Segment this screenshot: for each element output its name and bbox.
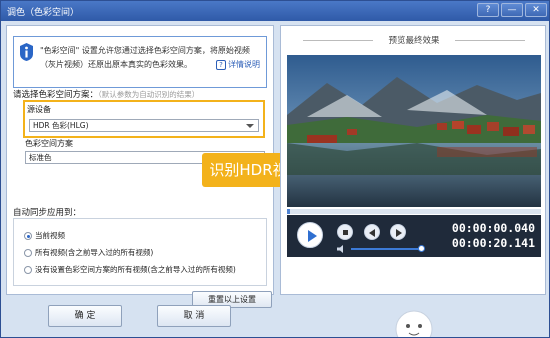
radio-icon [24, 249, 32, 257]
preview-panel: 预览最终效果 00:00:00.040 00:00:20.141 [280, 25, 546, 295]
source-device-highlight: 源设备 HDR 色彩(HLG) [23, 100, 265, 138]
color-space-section-title: 请选择色彩空间方案：（默认参数为自动识别的结果） [13, 88, 199, 100]
player-controls: 00:00:00.040 00:00:20.141 [287, 215, 541, 257]
auto-apply-title: 自动同步应用到： [13, 208, 82, 218]
chevron-down-icon [246, 124, 254, 128]
previous-icon [369, 229, 375, 237]
color-scheme-label: 色彩空间方案 [25, 139, 73, 148]
radio-label: 所有视频(含之前导入过的所有视频) [35, 248, 154, 257]
radio-icon [24, 266, 32, 274]
close-button[interactable]: ✕ [525, 3, 547, 17]
stop-button[interactable] [337, 224, 353, 240]
source-device-select[interactable]: HDR 色彩(HLG) [29, 119, 259, 132]
total-time: 00:00:20.141 [451, 236, 535, 250]
ok-button[interactable]: 确 定 [48, 305, 122, 327]
preview-title: 预览最终效果 [281, 34, 547, 46]
color-scheme-value: 标准色 [29, 153, 52, 162]
radio-label: 当前视频 [35, 231, 65, 240]
question-icon: ? [216, 60, 226, 70]
minimize-button[interactable]: — [501, 3, 523, 17]
next-icon [396, 229, 402, 237]
source-device-label: 源设备 [27, 105, 51, 114]
playback-progress[interactable] [287, 209, 541, 214]
next-frame-button[interactable] [390, 224, 406, 240]
play-button[interactable] [297, 222, 323, 248]
video-preview [287, 55, 541, 207]
volume-handle[interactable] [418, 245, 425, 252]
radio-all-videos[interactable]: 所有视频(含之前导入过的所有视频) [24, 247, 153, 258]
window-title: 调色（色彩空间） [7, 8, 80, 18]
section-title-text: 请选择色彩空间方案： [13, 90, 99, 100]
color-space-dialog: 调色（色彩空间） ? — ✕ "色彩空间" 设置允许您通过选择色彩空间方案，将原… [0, 0, 550, 338]
radio-unset-videos[interactable]: 没有设置色彩空间方案的所有视频(含之前导入过的所有视频) [24, 264, 236, 275]
source-device-value: HDR 色彩(HLG) [33, 121, 89, 130]
details-link[interactable]: ? 详情说明 [216, 59, 260, 70]
details-link-label: 详情说明 [228, 60, 260, 69]
section-hint: （默认参数为自动识别的结果） [98, 90, 200, 99]
radio-selected-icon [24, 232, 32, 240]
speaker-icon [337, 245, 343, 253]
volume-slider[interactable] [337, 245, 427, 253]
current-time: 00:00:00.040 [451, 221, 535, 235]
cancel-button[interactable]: 取 消 [157, 305, 231, 327]
title-bar: 调色（色彩空间） ? — ✕ [1, 1, 549, 21]
progress-fill [287, 209, 290, 214]
landscape-image [287, 55, 541, 207]
radio-label: 没有设置色彩空间方案的所有视频(含之前导入过的所有视频) [35, 265, 236, 274]
help-button[interactable]: ? [477, 3, 499, 17]
radio-current-video[interactable]: 当前视频 [24, 230, 65, 241]
info-icon [20, 43, 33, 61]
auto-apply-options: 当前视频 所有视频(含之前导入过的所有视频) 没有设置色彩空间方案的所有视频(含… [13, 218, 267, 286]
volume-track [351, 248, 421, 250]
info-box: "色彩空间" 设置允许您通过选择色彩空间方案，将原始视频（灰片视频）还原出原本真… [13, 36, 267, 88]
mascot-illustration [395, 310, 433, 337]
previous-frame-button[interactable] [364, 224, 380, 240]
